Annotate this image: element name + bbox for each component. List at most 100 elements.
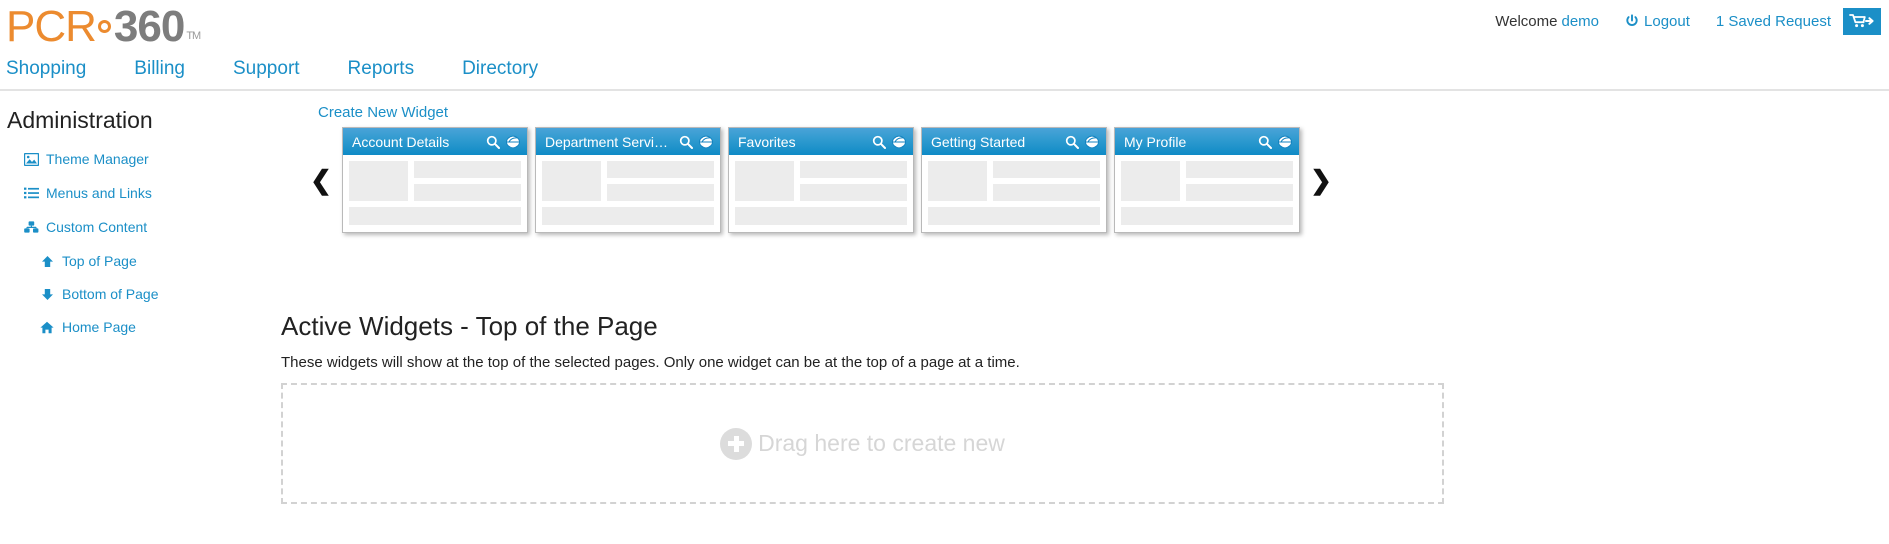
widget-placeholder-wide — [735, 207, 907, 225]
sidebar-item-bottom-of-page[interactable]: Bottom of Page — [7, 286, 282, 302]
sidebar-item-label: Top of Page — [62, 253, 137, 269]
search-icon[interactable] — [871, 134, 886, 149]
logo-text-360: 360 — [114, 2, 184, 52]
widget-card-department-service[interactable]: Department Service… — [535, 127, 721, 233]
sidebar-item-theme-manager[interactable]: Theme Manager — [7, 151, 282, 167]
chevron-left-icon[interactable]: ❮ — [300, 165, 342, 196]
widget-card-header: Account Details — [343, 128, 527, 155]
sidebar-item-label: Menus and Links — [46, 185, 152, 201]
image-icon — [23, 152, 39, 166]
widget-carousel-track: Account Details — [342, 127, 1300, 233]
sidebar-item-home-page[interactable]: Home Page — [7, 319, 282, 335]
sidebar-item-menus-and-links[interactable]: Menus and Links — [7, 185, 282, 201]
widget-card-body — [536, 155, 720, 232]
widget-card-header: Department Service… — [536, 128, 720, 155]
create-new-widget-link[interactable]: Create New Widget — [318, 104, 448, 121]
list-icon — [23, 186, 39, 200]
widget-placeholder-line — [1186, 161, 1293, 178]
chevron-right-icon[interactable]: ❯ — [1300, 165, 1342, 196]
widget-placeholder-lines — [414, 161, 521, 201]
widget-placeholder-line — [1186, 184, 1293, 201]
widget-carousel: ❮ Account Details — [282, 130, 1889, 230]
search-icon[interactable] — [678, 134, 693, 149]
logout-label: Logout — [1644, 13, 1690, 30]
widget-placeholder-line — [993, 161, 1100, 178]
widget-card-title: Getting Started — [931, 134, 1059, 150]
widget-placeholder-row — [349, 161, 521, 201]
widget-card-title: Favorites — [738, 134, 866, 150]
arrow-down-icon — [39, 287, 55, 301]
widget-placeholder-box — [928, 161, 987, 201]
arrow-up-icon — [39, 254, 55, 268]
dropzone-label: Drag here to create new — [758, 430, 1005, 457]
sidebar-item-custom-content[interactable]: Custom Content — [7, 219, 282, 235]
widget-placeholder-line — [607, 161, 714, 178]
nav-item-reports[interactable]: Reports — [348, 58, 415, 80]
widget-placeholder-row — [1121, 161, 1293, 201]
widget-placeholder-line — [414, 161, 521, 178]
widget-placeholder-line — [800, 161, 907, 178]
widget-card-header: Getting Started — [922, 128, 1106, 155]
widget-placeholder-line — [993, 184, 1100, 201]
saved-request-link[interactable]: 1 Saved Request — [1716, 13, 1831, 30]
search-icon[interactable] — [485, 134, 500, 149]
globe-icon[interactable] — [1084, 134, 1099, 149]
sidebar-item-label: Theme Manager — [46, 151, 149, 167]
widget-placeholder-wide — [349, 207, 521, 225]
nav-item-shopping[interactable]: Shopping — [6, 58, 86, 80]
active-widgets-description: These widgets will show at the top of th… — [281, 354, 1444, 371]
widget-placeholder-lines — [1186, 161, 1293, 201]
logo-circle-icon — [98, 20, 111, 33]
app-logo[interactable]: PCR 360 TM — [6, 2, 200, 52]
widget-placeholder-line — [414, 184, 521, 201]
widget-card-title: My Profile — [1124, 134, 1252, 150]
widget-card-title: Account Details — [352, 134, 480, 150]
widget-placeholder-box — [735, 161, 794, 201]
sidebar-item-label: Custom Content — [46, 219, 147, 235]
active-widgets-title: Active Widgets - Top of the Page — [281, 311, 1444, 342]
widget-placeholder-row — [928, 161, 1100, 201]
widget-placeholder-box — [349, 161, 408, 201]
globe-icon[interactable] — [698, 134, 713, 149]
nav-item-billing[interactable]: Billing — [134, 58, 185, 80]
search-icon[interactable] — [1064, 134, 1079, 149]
widget-card-getting-started[interactable]: Getting Started — [921, 127, 1107, 233]
sidebar-item-label: Home Page — [62, 319, 136, 335]
welcome-label: Welcome — [1495, 13, 1557, 30]
nav-item-support[interactable]: Support — [233, 58, 300, 80]
globe-icon[interactable] — [891, 134, 906, 149]
widget-card-my-profile[interactable]: My Profile — [1114, 127, 1300, 233]
main-navigation: Shopping Billing Support Reports Directo… — [0, 48, 1889, 91]
logo-trademark: TM — [186, 30, 200, 42]
logo-text-pcr: PCR — [6, 2, 96, 52]
top-right-utilities: Welcome demo Logout 1 Saved Request — [1495, 6, 1881, 36]
widget-placeholder-box — [542, 161, 601, 201]
sidebar: Administration Theme Manager — [0, 91, 282, 544]
active-widgets-section: Active Widgets - Top of the Page These w… — [281, 311, 1444, 504]
widget-placeholder-row — [542, 161, 714, 201]
widget-card-account-details[interactable]: Account Details — [342, 127, 528, 233]
widget-placeholder-row — [735, 161, 907, 201]
power-icon — [1625, 14, 1639, 28]
sidebar-title: Administration — [7, 107, 282, 134]
globe-icon[interactable] — [505, 134, 520, 149]
widget-card-title: Department Service… — [545, 134, 673, 150]
widget-placeholder-lines — [607, 161, 714, 201]
sidebar-item-top-of-page[interactable]: Top of Page — [7, 253, 282, 269]
widget-dropzone[interactable]: Drag here to create new — [281, 383, 1444, 504]
widget-placeholder-box — [1121, 161, 1180, 201]
nav-item-directory[interactable]: Directory — [462, 58, 538, 80]
globe-icon[interactable] — [1277, 134, 1292, 149]
widget-placeholder-lines — [800, 161, 907, 201]
cart-arrow-icon[interactable] — [1843, 8, 1881, 35]
widget-card-body — [922, 155, 1106, 232]
search-icon[interactable] — [1257, 134, 1272, 149]
username-label: demo — [1562, 13, 1600, 30]
plus-circle-icon — [720, 428, 752, 460]
widget-placeholder-wide — [1121, 207, 1293, 225]
widget-card-favorites[interactable]: Favorites — [728, 127, 914, 233]
logout-button[interactable]: Logout — [1625, 13, 1690, 30]
widget-card-header: Favorites — [729, 128, 913, 155]
widget-placeholder-line — [607, 184, 714, 201]
widget-card-body — [1115, 155, 1299, 232]
